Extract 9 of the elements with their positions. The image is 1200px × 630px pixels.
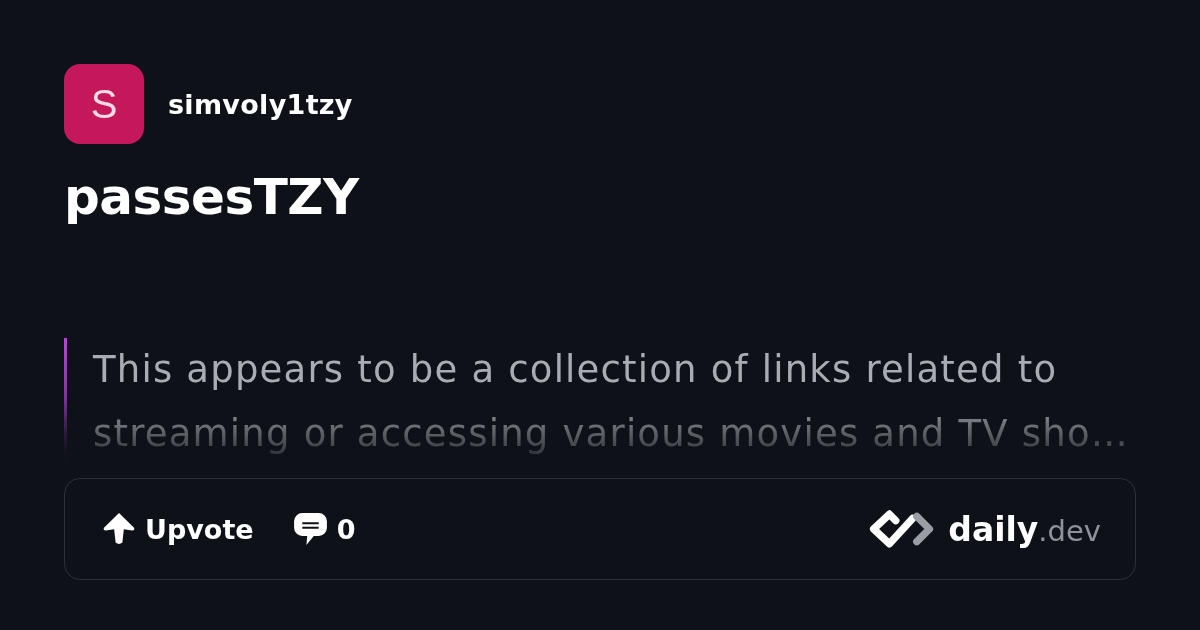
author-name: simvoly1tzy [168, 88, 353, 120]
post-summary: This appears to be a collection of links related to streaming or accessing various movies and TV sho… [64, 338, 1136, 466]
arrow-up-icon [103, 513, 135, 545]
comments-button[interactable]: 0 [293, 509, 356, 549]
post-title: passesTZY [64, 167, 361, 228]
logo-wordmark: daily.dev [948, 509, 1101, 549]
avatar: S [64, 64, 144, 144]
upvote-button[interactable]: Upvote [103, 509, 254, 549]
comment-icon [293, 513, 327, 545]
